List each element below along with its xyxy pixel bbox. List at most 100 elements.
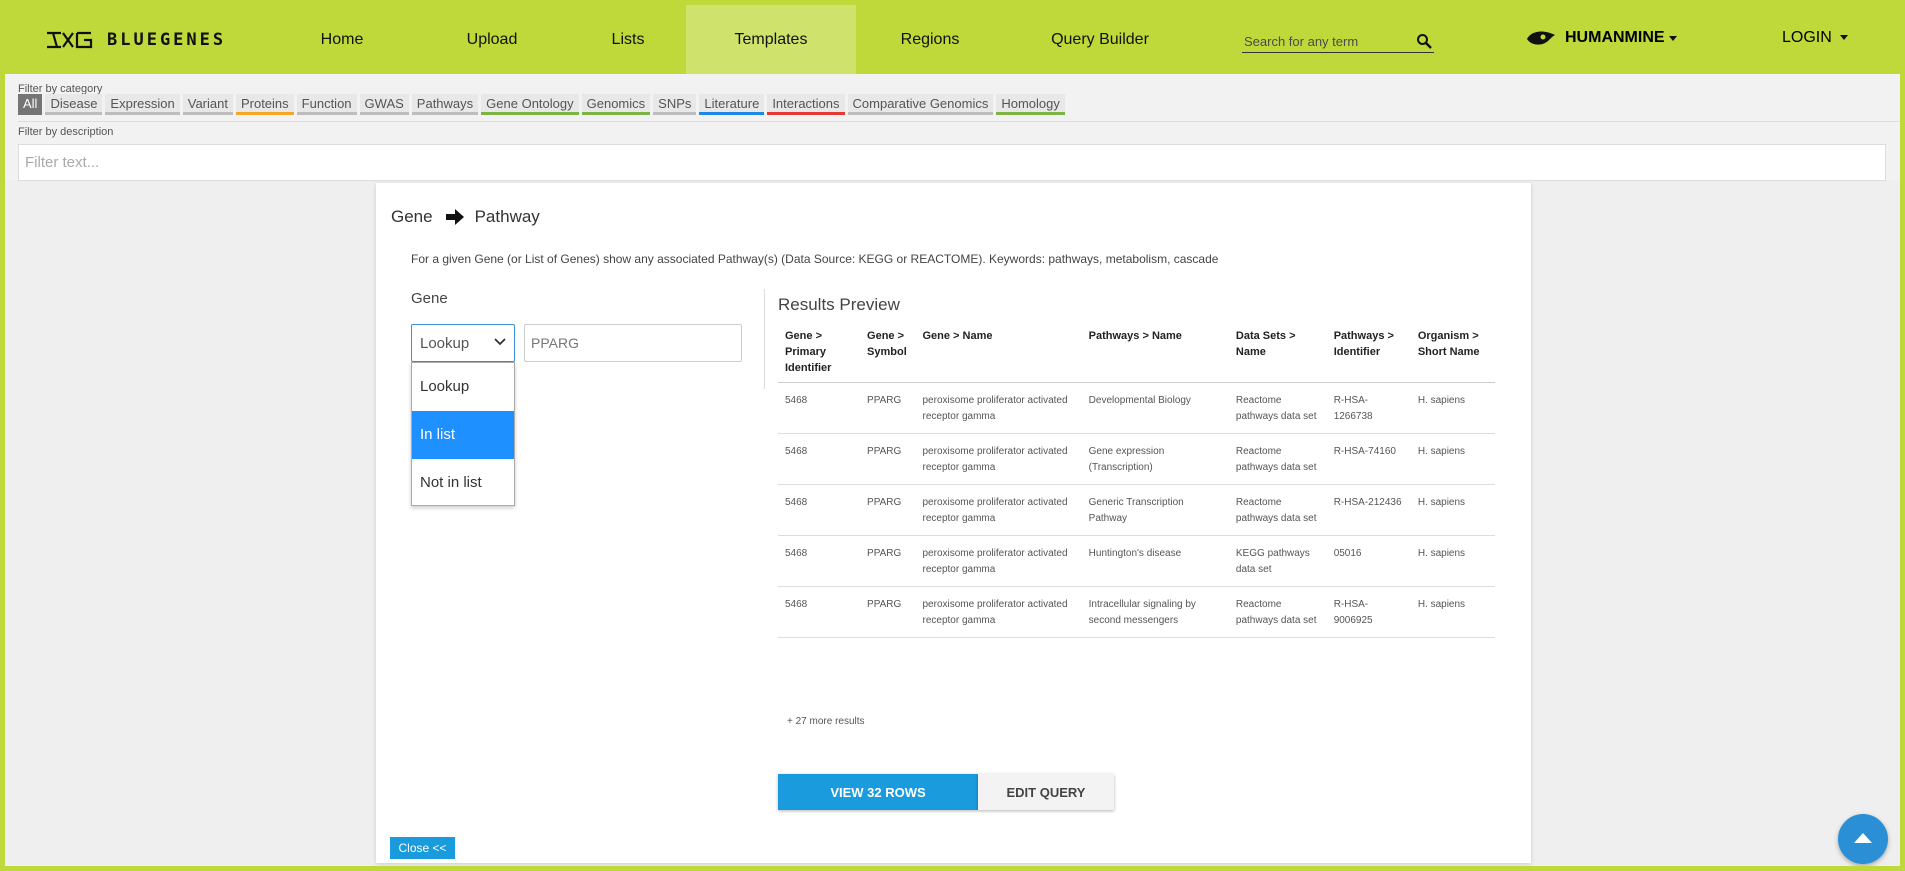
template-from: Gene <box>391 207 433 226</box>
chip-proteins[interactable]: Proteins <box>235 94 294 115</box>
column-header[interactable]: Gene > Primary Identifier <box>778 322 861 383</box>
chip-disease[interactable]: Disease <box>45 94 103 115</box>
nav-templates[interactable]: Templates <box>686 5 856 74</box>
scroll-to-top-button[interactable] <box>1838 814 1888 864</box>
column-header[interactable]: Gene > Name <box>915 322 1082 383</box>
login-button[interactable]: LOGIN <box>1782 29 1849 47</box>
table-cell: peroxisome proliferator activated recept… <box>915 535 1082 587</box>
table-cell: peroxisome proliferator activated recept… <box>915 382 1082 434</box>
chip-function[interactable]: Function <box>296 94 357 115</box>
table-cell: Developmental Biology <box>1081 382 1229 434</box>
table-cell: R-HSA-74160 <box>1326 433 1411 485</box>
operator-selected: Lookup <box>420 335 470 352</box>
constraint-value-input[interactable] <box>524 324 742 362</box>
nav-lists[interactable]: Lists <box>583 5 673 74</box>
divider <box>764 289 765 389</box>
table-cell: PPARG <box>860 484 916 536</box>
description-filter-input[interactable] <box>18 144 1886 181</box>
table-cell: 5468 <box>778 484 861 536</box>
chip-variant[interactable]: Variant <box>182 94 233 115</box>
close-button[interactable]: Close << <box>390 837 455 859</box>
table-cell: peroxisome proliferator activated recept… <box>915 433 1082 485</box>
table-cell: peroxisome proliferator activated recept… <box>915 484 1082 536</box>
chip-gwas[interactable]: GWAS <box>359 94 409 115</box>
table-cell: Reactome pathways data set <box>1228 586 1327 638</box>
chevron-down-icon <box>494 338 506 346</box>
template-title: Gene Pathway <box>391 207 540 227</box>
table-row: 5468 PPARG peroxisome proliferator activ… <box>778 586 1495 638</box>
search-icon[interactable] <box>1416 33 1432 49</box>
chip-snps[interactable]: SNPs <box>653 94 697 115</box>
nav-regions-label: Regions <box>900 30 960 48</box>
navbar: BLUEGENES Home Upload Lists Templates Re… <box>5 5 1900 74</box>
table-cell: H. sapiens <box>1410 433 1495 485</box>
search-input[interactable] <box>1242 34 1402 49</box>
app-frame: BLUEGENES Home Upload Lists Templates Re… <box>5 5 1900 866</box>
table-row: 5468 PPARG peroxisome proliferator activ… <box>778 484 1495 536</box>
chip-gene-ontology[interactable]: Gene Ontology <box>481 94 579 115</box>
table-cell: peroxisome proliferator activated recept… <box>915 586 1082 638</box>
table-cell: R-HSA-212436 <box>1326 484 1411 536</box>
edit-query-button[interactable]: EDIT QUERY <box>978 774 1114 810</box>
chip-all[interactable]: All <box>18 94 43 115</box>
nav-regions[interactable]: Regions <box>875 5 985 74</box>
divider <box>18 121 1900 122</box>
category-chips: All Disease Expression Variant Proteins … <box>18 94 1068 115</box>
option-not-in-list[interactable]: Not in list <box>412 459 514 507</box>
nav-upload-label: Upload <box>466 30 518 48</box>
brand-name: BLUEGENES <box>107 30 227 50</box>
nav-query-builder-label: Query Builder <box>1051 30 1149 48</box>
table-row: 5468 PPARG peroxisome proliferator activ… <box>778 535 1495 587</box>
table-cell: KEGG pathways data set <box>1228 535 1327 587</box>
column-header[interactable]: Gene > Symbol <box>860 322 916 383</box>
chip-comparative-genomics[interactable]: Comparative Genomics <box>847 94 994 115</box>
chip-expression[interactable]: Expression <box>105 94 180 115</box>
table-cell: 5468 <box>778 586 861 638</box>
nav-upload[interactable]: Upload <box>437 5 547 74</box>
mine-label: HUMANMINE <box>1565 29 1665 46</box>
table-header-row: Gene > Primary Identifier Gene > Symbol … <box>778 322 1495 383</box>
chevron-down-icon <box>1840 35 1849 41</box>
column-header[interactable]: Organism > Short Name <box>1410 322 1495 383</box>
more-results-text: + 27 more results <box>787 716 865 727</box>
option-in-list[interactable]: In list <box>412 411 514 459</box>
mine-selector[interactable]: HUMANMINE <box>1525 29 1677 47</box>
table-cell: Generic Transcription Pathway <box>1081 484 1229 536</box>
brand-logo[interactable]: BLUEGENES <box>45 29 226 51</box>
login-label: LOGIN <box>1782 29 1832 46</box>
table-cell: R-HSA-9006925 <box>1326 586 1411 638</box>
template-to: Pathway <box>474 207 540 226</box>
table-cell: R-HSA-1266738 <box>1326 382 1411 434</box>
column-header[interactable]: Data Sets > Name <box>1228 322 1327 383</box>
table-cell: 5468 <box>778 382 861 434</box>
table-cell: Reactome pathways data set <box>1228 382 1327 434</box>
template-card: Gene Pathway For a given Gene (or List o… <box>376 183 1531 863</box>
table-cell: PPARG <box>860 382 916 434</box>
operator-dropdown: Lookup In list Not in list <box>411 362 515 506</box>
table-row: 5468 PPARG peroxisome proliferator activ… <box>778 382 1495 434</box>
table-cell: H. sapiens <box>1410 586 1495 638</box>
chevron-down-icon <box>1668 35 1677 41</box>
view-rows-button[interactable]: VIEW 32 ROWS <box>778 774 978 810</box>
table-cell: H. sapiens <box>1410 484 1495 536</box>
option-lookup[interactable]: Lookup <box>412 363 514 411</box>
table-cell: Intracellular signaling by second messen… <box>1081 586 1229 638</box>
chip-interactions[interactable]: Interactions <box>767 94 845 115</box>
nav-templates-label: Templates <box>734 30 808 48</box>
chip-pathways[interactable]: Pathways <box>411 94 479 115</box>
filter-area: Filter by category All Disease Expressio… <box>5 74 1900 181</box>
chip-literature[interactable]: Literature <box>699 94 765 115</box>
column-header[interactable]: Pathways > Name <box>1081 322 1229 383</box>
chip-genomics[interactable]: Genomics <box>581 94 651 115</box>
table-cell: 5468 <box>778 433 861 485</box>
operator-select[interactable]: Lookup <box>411 324 515 362</box>
column-header[interactable]: Pathways > Identifier <box>1326 322 1411 383</box>
table-cell: Reactome pathways data set <box>1228 484 1327 536</box>
table-cell: 05016 <box>1326 535 1411 587</box>
table-cell: H. sapiens <box>1410 382 1495 434</box>
table-row: 5468 PPARG peroxisome proliferator activ… <box>778 433 1495 485</box>
chip-homology[interactable]: Homology <box>996 94 1065 115</box>
nav-home[interactable]: Home <box>297 5 387 74</box>
nav-query-builder[interactable]: Query Builder <box>1025 5 1175 74</box>
template-description: For a given Gene (or List of Genes) show… <box>411 252 1219 266</box>
